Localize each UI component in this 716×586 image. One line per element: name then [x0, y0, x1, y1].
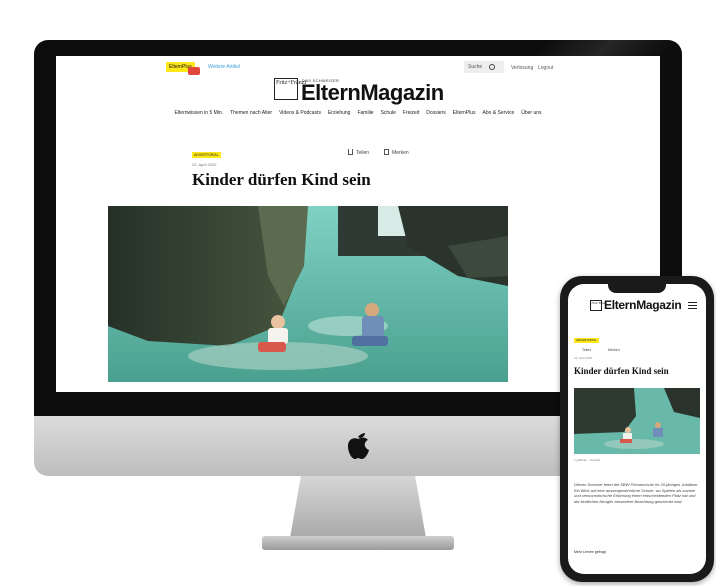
logo-wordmark: ElternMagazin [301, 80, 444, 105]
article-date: 22. April 2022 [192, 162, 217, 167]
mobile-merken-button[interactable]: Merken [608, 348, 620, 352]
search-input[interactable]: Suche [464, 61, 504, 73]
nav-item[interactable]: Erziehung [328, 110, 351, 122]
mobile-logo-mark: Fritz+Fränzi [590, 300, 607, 311]
mobile-image-caption: zvg/Bilder · Modelle [574, 458, 601, 462]
article-headline: Kinder dürfen Kind sein [192, 170, 371, 189]
hamburger-menu-icon[interactable] [688, 302, 697, 309]
nav-item[interactable]: Dossiers [426, 110, 445, 122]
nav-item[interactable]: Videos & Podcasts [279, 110, 321, 122]
hero-image [108, 206, 508, 382]
promo-badge-icon[interactable] [188, 67, 200, 75]
logo-mark: Fritz+Fränzi [274, 78, 306, 100]
nav-item[interactable]: Über uns [521, 110, 541, 122]
top-bar: ElternPlus Weitere Artikel Suche Verlosu… [56, 56, 660, 82]
mobile-hero-photo-svg [574, 388, 700, 454]
hero-photo-svg [108, 206, 508, 382]
nav-item[interactable]: Familie [357, 110, 373, 122]
mobile-logo-wordmark[interactable]: ElternMagazin [604, 298, 682, 312]
mobile-article-headline: Kinder dürfen Kind sein [574, 366, 669, 376]
nav-item[interactable]: Abo & Service [483, 110, 515, 122]
merken-button[interactable]: Merken [392, 150, 409, 156]
bookmark-icon[interactable] [384, 149, 389, 155]
nav-item[interactable]: Themen nach Alter [230, 110, 272, 122]
top-link-logout[interactable]: Logout [538, 65, 553, 71]
imac-stand [290, 476, 426, 538]
mobile-article-teaser: Diesen Sommer feiert die SBW Primarschul… [574, 482, 699, 504]
nav-item[interactable]: Elternwissen in 5 Min. [174, 110, 223, 122]
mobile-share-button[interactable]: Teilen [582, 348, 591, 352]
top-promo-link[interactable]: Weitere Artikel [208, 64, 240, 70]
advertorial-tag: ADVERTORIAL [192, 152, 221, 158]
main-nav: Elternwissen in 5 Min. Themen nach Alter… [56, 110, 660, 122]
share-icon[interactable] [348, 149, 353, 155]
phone-notch [608, 284, 666, 293]
top-link-verlosung[interactable]: Verlosung [511, 65, 533, 71]
mockup-stage: ElternPlus Weitere Artikel Suche Verlosu… [0, 0, 716, 586]
apple-logo-icon [348, 433, 369, 459]
mobile-more-link[interactable]: Mehr Lernen gefragt [574, 550, 606, 554]
nav-item[interactable]: Schule [381, 110, 396, 122]
mobile-hero-image [574, 388, 700, 454]
phone-screen: Fritz+Fränzi ElternMagazin ADVERTORIAL T… [568, 284, 706, 574]
mobile-article-date: 22. April 2022 [574, 356, 593, 360]
imac-stand-base [262, 536, 454, 550]
nav-item[interactable]: Freizeit [403, 110, 419, 122]
nav-item[interactable]: ElternPlus [453, 110, 476, 122]
mobile-advertorial-tag: ADVERTORIAL [574, 338, 600, 343]
share-button[interactable]: Teilen [356, 150, 369, 156]
search-icon[interactable] [489, 64, 495, 70]
